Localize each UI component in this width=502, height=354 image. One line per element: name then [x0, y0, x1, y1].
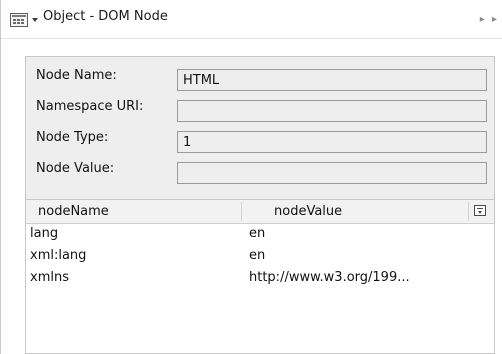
- column-divider[interactable]: [241, 202, 242, 221]
- cell-nodename: xml:lang: [30, 248, 87, 263]
- cell-nodename: xmlns: [30, 270, 69, 285]
- table-header: nodeName nodeValue: [26, 200, 494, 224]
- namespace-uri-field[interactable]: [177, 100, 487, 122]
- cell-nodevalue: en: [249, 248, 266, 263]
- column-divider[interactable]: [468, 202, 469, 221]
- node-name-field[interactable]: HTML: [177, 69, 487, 91]
- node-properties-group: Node Name: HTML Namespace URI: Node Type…: [25, 56, 495, 200]
- panel-title: Object - DOM Node: [43, 9, 168, 24]
- column-chooser-icon[interactable]: [474, 205, 486, 216]
- column-header-nodevalue[interactable]: nodeValue: [274, 204, 342, 219]
- table-row[interactable]: xml:lang en: [26, 245, 494, 267]
- column-header-nodename[interactable]: nodeName: [38, 204, 109, 219]
- view-dropdown-arrow-icon[interactable]: [32, 18, 38, 22]
- node-type-label: Node Type:: [36, 130, 109, 145]
- node-value-field[interactable]: [177, 162, 487, 184]
- cell-nodevalue: en: [249, 226, 266, 241]
- node-value-label: Node Value:: [36, 161, 115, 176]
- panel-titlebar: Object - DOM Node ▸ ▸: [1, 0, 502, 39]
- dom-node-panel: Object - DOM Node ▸ ▸ Node Name: HTML Na…: [0, 0, 502, 354]
- attributes-table: nodeName nodeValue lang en xml:lang en x…: [25, 200, 495, 354]
- namespace-uri-label: Namespace URI:: [36, 99, 144, 114]
- grid-view-icon[interactable]: [10, 13, 28, 27]
- table-row[interactable]: lang en: [26, 223, 494, 245]
- cell-nodevalue: http://www.w3.org/199...: [249, 270, 410, 285]
- node-name-label: Node Name:: [36, 68, 117, 83]
- cell-nodename: lang: [30, 226, 59, 241]
- panel-expand-arrow-icon[interactable]: ▸ ▸: [480, 14, 499, 25]
- table-row[interactable]: xmlns http://www.w3.org/199...: [26, 267, 494, 289]
- node-type-field[interactable]: 1: [177, 131, 487, 153]
